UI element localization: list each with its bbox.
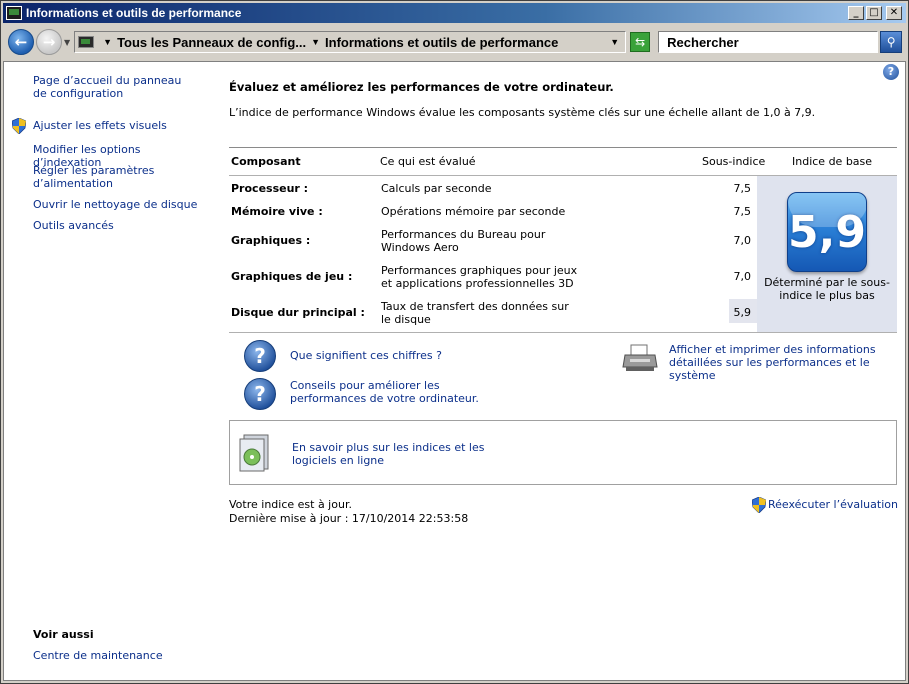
refresh-icon[interactable]: ⇆ xyxy=(630,32,651,52)
sidebar-item-control-panel-home[interactable]: Page d’accueil du panneau de configurati… xyxy=(33,74,183,100)
navigation-bar: ← → ▼ ▼ Tous les Panneaux de config... ▼… xyxy=(3,25,906,59)
subscore-value: 7,5 xyxy=(733,205,752,218)
breadcrumb-all-panels[interactable]: Tous les Panneaux de config... xyxy=(117,35,306,50)
chevron-down-icon[interactable]: ▼ xyxy=(311,37,320,47)
component-label: Disque dur principal : xyxy=(231,306,365,319)
component-description: Performances du Bureau pour Windows Aero xyxy=(381,228,546,254)
close-button[interactable]: ✕ xyxy=(886,6,902,20)
search-input[interactable]: Rechercher xyxy=(658,31,879,53)
search-icon[interactable]: ⚲ xyxy=(880,31,903,53)
divider xyxy=(229,332,897,333)
component-description: Calculs par seconde xyxy=(381,182,492,195)
column-header-what: Ce qui est évalué xyxy=(380,155,476,168)
what-numbers-mean-link[interactable]: Que signifient ces chiffres ? xyxy=(290,349,442,362)
learn-more-box: En savoir plus sur les indices et les lo… xyxy=(229,420,897,485)
sidebar-item-visual-effects[interactable]: Ajuster les effets visuels xyxy=(12,118,167,134)
chevron-down-icon[interactable]: ▼ xyxy=(103,37,112,47)
base-score-caption: Déterminé par le sous-indice le plus bas xyxy=(764,276,890,302)
sidebar-item-power-settings[interactable]: Régler les paramètres d’alimentation xyxy=(33,164,163,190)
column-header-subscore: Sous-indice xyxy=(702,155,766,168)
content-area: ? Page d’accueil du panneau de configura… xyxy=(3,61,906,681)
forward-button[interactable]: → xyxy=(36,29,62,55)
address-dropdown-icon[interactable]: ▼ xyxy=(610,37,619,47)
software-box-icon xyxy=(239,434,269,472)
window-title: Informations et outils de performance xyxy=(26,6,242,20)
component-description: Performances graphiques pour jeux et app… xyxy=(381,264,578,290)
sidebar-item-maintenance-center[interactable]: Centre de maintenance xyxy=(33,649,163,662)
control-panel-icon xyxy=(6,6,22,20)
rerun-label: Réexécuter l’évaluation xyxy=(768,498,898,511)
maximize-button[interactable]: □ xyxy=(866,6,882,20)
shield-icon xyxy=(12,118,26,134)
component-label: Graphiques : xyxy=(231,234,311,247)
subscore-value: 5,9 xyxy=(733,306,752,319)
component-label: Processeur : xyxy=(231,182,309,195)
see-also-heading: Voir aussi xyxy=(33,628,94,641)
status-up-to-date: Votre indice est à jour. xyxy=(229,498,352,511)
control-panel-icon xyxy=(78,36,95,48)
component-description: Opérations mémoire par seconde xyxy=(381,205,566,218)
last-update-timestamp: Dernière mise à jour : 17/10/2014 22:53:… xyxy=(229,512,469,525)
shield-icon xyxy=(752,497,766,513)
help-icon[interactable]: ? xyxy=(883,64,899,80)
divider xyxy=(229,147,897,148)
subscore-value: 7,0 xyxy=(733,270,752,283)
history-dropdown-icon[interactable]: ▼ xyxy=(64,38,70,47)
question-icon[interactable]: ? xyxy=(244,378,276,410)
intro-text: L’indice de performance Windows évalue l… xyxy=(229,106,816,119)
sidebar-item-advanced-tools[interactable]: Outils avancés xyxy=(33,219,114,232)
column-header-base-score: Indice de base xyxy=(792,155,873,168)
title-bar: Informations et outils de performance _ … xyxy=(3,3,906,23)
question-icon[interactable]: ? xyxy=(244,340,276,372)
breadcrumb-performance[interactable]: Informations et outils de performance xyxy=(325,35,558,50)
sidebar-item-label: Ajuster les effets visuels xyxy=(33,119,167,132)
back-button[interactable]: ← xyxy=(8,29,34,55)
printer-icon[interactable] xyxy=(622,343,658,373)
component-label: Graphiques de jeu : xyxy=(231,270,353,283)
base-score-panel: 5,9 Déterminé par le sous-indice le plus… xyxy=(757,176,897,332)
subscore-value: 7,5 xyxy=(733,182,752,195)
component-label: Mémoire vive : xyxy=(231,205,323,218)
window: Informations et outils de performance _ … xyxy=(0,0,909,684)
print-details-link[interactable]: Afficher et imprimer des informations dé… xyxy=(669,343,899,382)
rerun-assessment-link[interactable]: Réexécuter l’évaluation xyxy=(752,497,898,513)
address-bar[interactable]: ▼ Tous les Panneaux de config... ▼ Infor… xyxy=(74,31,627,53)
subscore-value: 7,0 xyxy=(733,234,752,247)
column-header-component: Composant xyxy=(231,155,301,168)
minimize-button[interactable]: _ xyxy=(848,6,864,20)
base-score-badge: 5,9 xyxy=(787,192,867,272)
component-description: Taux de transfert des données sur le dis… xyxy=(381,300,569,326)
sidebar-item-disk-cleanup[interactable]: Ouvrir le nettoyage de disque xyxy=(33,198,197,211)
performance-tips-link[interactable]: Conseils pour améliorer les performances… xyxy=(290,379,515,405)
page-title: Évaluez et améliorez les performances de… xyxy=(229,80,614,94)
learn-more-link[interactable]: En savoir plus sur les indices et les lo… xyxy=(292,441,522,467)
